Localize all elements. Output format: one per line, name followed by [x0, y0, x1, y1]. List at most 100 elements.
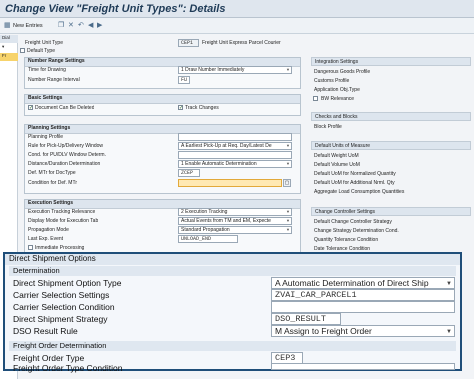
freight-order-type-condition-field[interactable]: [271, 363, 455, 370]
delete-icon[interactable]: ✕: [68, 21, 74, 29]
freight-order-type-condition-label: Freight Order Type Condition: [13, 363, 123, 373]
chevron-down-icon: ▼: [286, 161, 290, 166]
distance-determination-label: Distance/Duration Determination: [28, 161, 101, 167]
direct-shipment-option-type-value: A Automatic Determination of Direct Ship: [275, 278, 429, 288]
nav-item-freight-unit-types[interactable]: Fr: [0, 53, 18, 61]
chevron-down-icon: ▼: [446, 281, 452, 287]
distance-determination-select[interactable]: 1 Enable Automatic Determination ▼: [178, 160, 292, 168]
carrier-selection-settings-field[interactable]: ZVAI_CAR_PARCEL1: [271, 289, 455, 301]
customs-profile-label: Customs Profile: [314, 78, 350, 84]
direct-shipment-strategy-field[interactable]: DSO_RESULT: [271, 313, 341, 325]
immediate-processing-checkbox[interactable]: [28, 245, 33, 250]
checks-blocks-title: Checks and Blocks: [311, 112, 471, 121]
application-obj-type-label: Application Obj.Type: [314, 87, 360, 93]
cond-mtr-field[interactable]: [178, 179, 282, 187]
value-help-icon[interactable]: ▢: [283, 179, 291, 187]
track-changes-checkbox[interactable]: ✓: [178, 105, 183, 111]
number-range-interval-label: Number Range Interval: [28, 77, 80, 83]
determination-title: Determination: [9, 266, 456, 276]
default-additional-uom-label: Default UoM for Additional Nrml. Qty: [314, 180, 395, 186]
propagation-mode-label: Propagation Mode: [28, 227, 69, 233]
execution-tracking-label: Execution Tracking Relevance: [28, 209, 96, 215]
previous-icon[interactable]: ◀: [88, 21, 93, 29]
display-mode-value: Actual Events from TM and EM, Expecte: [181, 218, 271, 224]
last-exp-event-label: Last Exp. Event: [28, 236, 64, 242]
undo-icon[interactable]: ↶: [78, 21, 84, 29]
pickup-window-label: Rule for Pick-Up/Delivery Window: [28, 143, 104, 149]
pickup-window-value: A Earliest Pick-Up at Req. Day/Latest De: [181, 143, 272, 149]
time-for-drawing-select[interactable]: 1 Draw Number Immediately ▼: [178, 66, 292, 74]
change-strategy-cond-label: Change Strategy Determination Cond.: [314, 228, 399, 234]
dso-result-rule-select[interactable]: M Assign to Freight Order ▼: [271, 325, 455, 337]
carrier-selection-condition-label: Carrier Selection Condition: [13, 302, 115, 312]
direct-shipment-strategy-label: Direct Shipment Strategy: [13, 314, 108, 324]
chevron-down-icon: ▼: [286, 227, 290, 232]
aggregate-load-label: Aggregate Load Consumption Quantities: [314, 189, 405, 195]
propagation-mode-value: Standard Propagation: [181, 227, 230, 233]
default-type-label: Default Type: [27, 48, 55, 54]
pickup-window-select[interactable]: A Earliest Pick-Up at Req. Day/Latest De…: [178, 142, 292, 150]
carrier-selection-settings-label: Carrier Selection Settings: [13, 290, 110, 300]
new-entries-label: New Entries: [13, 23, 43, 29]
carrier-selection-condition-field[interactable]: [271, 301, 455, 313]
default-uom-title: Default Units of Measure: [311, 141, 471, 150]
chevron-down-icon: ▼: [286, 218, 290, 223]
chevron-down-icon: ▼: [286, 143, 290, 148]
display-mode-label: Display Mode for Execution Tab: [28, 218, 99, 224]
toolbar: ▦ New Entries ❐ ✕ ↶ ◀ ▶: [0, 18, 474, 34]
cond-window-label: Cond. for PU/DLV Window Determ.: [28, 152, 106, 158]
distance-determination-value: 1 Enable Automatic Determination: [181, 161, 257, 167]
dso-result-rule-label: DSO Result Rule: [13, 326, 78, 336]
freight-unit-type-description: Freight Unit Express Parcel Courier: [202, 40, 281, 46]
page-title: Change View "Freight Unit Types": Detail…: [5, 3, 226, 15]
direct-shipment-callout: Direct Shipment Options Determination Di…: [3, 252, 462, 373]
document-delete-label: Document Can Be Deleted: [35, 105, 95, 111]
display-mode-select[interactable]: Actual Events from TM and EM, Expecte ▼: [178, 217, 292, 225]
execution-tracking-select[interactable]: 2 Execution Tracking ▼: [178, 208, 292, 216]
change-controller-strategy-label: Default Change Controller Strategy: [314, 219, 392, 225]
bw-relevance-label: BW Relevance: [321, 96, 355, 102]
basic-settings-title: Basic Settings: [25, 95, 300, 104]
direct-shipment-title: Direct Shipment Options: [5, 254, 460, 265]
default-type-checkbox[interactable]: [20, 48, 25, 53]
new-entries-button[interactable]: New Entries: [13, 21, 57, 31]
direct-shipment-option-type-select[interactable]: A Automatic Determination of Direct Ship…: [271, 277, 455, 289]
mtr-doctype-field[interactable]: ZCEP: [178, 169, 200, 177]
freight-unit-type-field[interactable]: CEP1: [178, 39, 199, 47]
execution-tracking-value: 2 Execution Tracking: [181, 209, 228, 215]
cond-mtr-label: Condition for Def. MTr: [28, 180, 77, 186]
next-icon[interactable]: ▶: [97, 21, 102, 29]
quantity-tolerance-label: Quantity Tolerance Condition: [314, 237, 379, 243]
title-bar: Change View "Freight Unit Types": Detail…: [0, 0, 474, 18]
integration-settings-title: Integration Settings: [311, 57, 471, 66]
time-for-drawing-value: 1 Draw Number Immediately: [181, 67, 245, 73]
mtr-doctype-label: Def. MTr for DocType: [28, 170, 76, 176]
nav-header: Dial: [0, 35, 18, 43]
cond-window-field[interactable]: [178, 151, 292, 159]
default-normalized-uom-label: Default UoM for Normalized Quantity: [314, 171, 396, 177]
chevron-down-icon: ▼: [286, 67, 290, 72]
nav-tree-icon[interactable]: ▾: [0, 44, 18, 52]
change-controller-title: Change Controller Settings: [311, 207, 471, 216]
planning-profile-field[interactable]: [178, 133, 292, 141]
freight-order-determination-title: Freight Order Determination: [9, 341, 456, 351]
chevron-down-icon: ▼: [286, 209, 290, 214]
dangerous-goods-profile-label: Dangerous Goods Profile: [314, 69, 371, 75]
time-for-drawing-label: Time for Drawing: [28, 67, 66, 73]
block-profile-label: Block Profile: [314, 124, 342, 130]
default-volume-uom-label: Default Volume UoM: [314, 162, 360, 168]
propagation-mode-select[interactable]: Standard Propagation ▼: [178, 226, 292, 234]
freight-unit-type-label: Freight Unit Type: [25, 40, 63, 46]
last-exp-event-field[interactable]: UNLOAD_END: [178, 235, 238, 243]
document-delete-checkbox[interactable]: ✓: [28, 105, 33, 111]
immediate-processing-label: Immediate Processing: [35, 245, 85, 251]
default-weight-uom-label: Default Weight UoM: [314, 153, 359, 159]
menu-icon[interactable]: ▦: [4, 21, 11, 29]
copy-icon[interactable]: ❐: [58, 21, 64, 29]
number-range-interval-field[interactable]: FU: [178, 76, 190, 84]
dso-result-rule-value: M Assign to Freight Order: [275, 326, 372, 336]
freight-order-type-label: Freight Order Type: [13, 353, 85, 363]
planning-profile-label: Planning Profile: [28, 134, 64, 140]
direct-shipment-option-type-label: Direct Shipment Option Type: [13, 278, 122, 288]
chevron-down-icon: ▼: [446, 329, 452, 335]
